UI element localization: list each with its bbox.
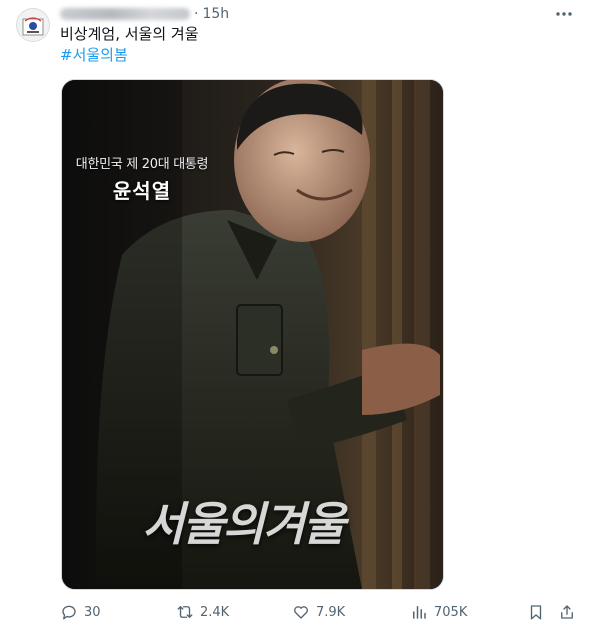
more-options-icon[interactable] <box>553 4 575 24</box>
poster-subtitle: 대한민국 제 20대 대통령 <box>75 157 209 172</box>
like-count: 7.9K <box>316 604 346 620</box>
reply-icon <box>62 605 76 620</box>
like-button[interactable]: 7.9K <box>292 600 345 624</box>
bar-chart-icon <box>413 606 426 619</box>
separator-dot: · <box>194 6 199 22</box>
share-icon <box>561 605 573 619</box>
bookmark-icon <box>530 605 542 620</box>
tweet-media-image[interactable]: 대한민국 제 20대 대통령 윤석열 서울의겨울 <box>61 79 444 590</box>
retweet-icon <box>177 606 193 618</box>
avatar-icon <box>22 17 44 36</box>
retweet-button[interactable]: 2.4K <box>176 600 229 624</box>
hashtag-link[interactable]: #서울의봄 <box>60 45 128 65</box>
view-count: 705K <box>434 604 468 620</box>
views-button[interactable]: 705K <box>410 600 467 624</box>
tweet-text: 비상계엄, 서울의 겨울 <box>60 25 199 43</box>
bookmark-button[interactable] <box>527 600 545 624</box>
retweet-count: 2.4K <box>200 604 230 620</box>
share-button[interactable] <box>558 600 576 624</box>
author-name-blurred[interactable] <box>60 8 190 20</box>
tweet: · 15h 비상계엄, 서울의 겨울 #서울의봄 대한민국 제 20대 대통령 … <box>0 0 591 632</box>
reply-button[interactable]: 30 <box>60 600 101 624</box>
avatar[interactable] <box>16 8 50 42</box>
tweet-actions: 30 2.4K 7.9K 705K <box>60 600 580 624</box>
reply-count: 30 <box>84 604 101 620</box>
poster-name: 윤석열 <box>112 179 172 203</box>
heart-icon <box>294 606 308 619</box>
poster-title: 서울의겨울 <box>142 497 346 551</box>
tweet-header: · 15h <box>60 4 229 24</box>
tweet-time[interactable]: 15h <box>202 6 229 22</box>
